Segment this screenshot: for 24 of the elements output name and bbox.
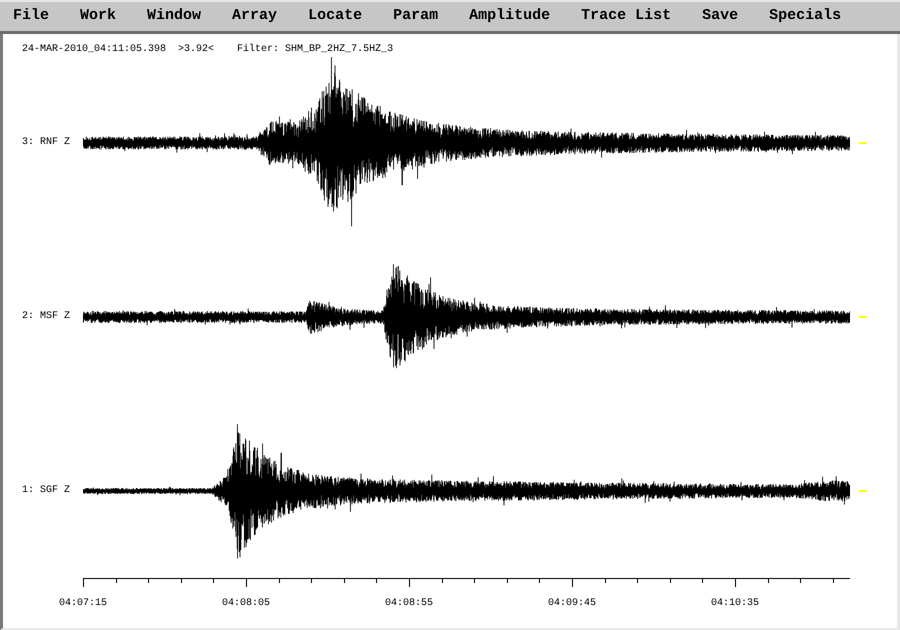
menu-item[interactable]: Save (694, 2, 746, 31)
marker-icon (859, 316, 867, 318)
menu-item[interactable]: Locate (300, 2, 370, 31)
menu-item[interactable]: Trace List (573, 2, 680, 31)
trace-label: 1: SGF Z (22, 485, 70, 497)
amplitude-text: >3.92< (178, 44, 214, 56)
marker-icon (859, 490, 867, 492)
trace-label: 3: RNF Z (22, 137, 70, 149)
filter-text: Filter: SHM_BP_2HZ_7.5HZ_3 (237, 44, 394, 56)
time-label: 04:08:55 (384, 598, 433, 609)
timestamp-text: 24-MAR-2010_04:11:05.398 (22, 44, 166, 56)
trace-label: 2: MSF Z (22, 311, 70, 323)
menu-item[interactable]: Array (224, 2, 286, 31)
time-label: 04:08:05 (222, 598, 270, 609)
menu-item[interactable]: Amplitude (461, 2, 558, 31)
menu-item[interactable]: Specials (761, 2, 850, 31)
menu-item[interactable]: Work (72, 2, 124, 31)
menu-item[interactable]: Param (385, 2, 446, 31)
time-label: 04:10:35 (710, 598, 759, 609)
marker-icon (859, 142, 867, 144)
time-label: 04:07:15 (58, 598, 107, 609)
menu-item[interactable]: File (5, 2, 58, 31)
menu-item[interactable]: Window (139, 2, 210, 31)
time-label: 04:09:45 (548, 598, 596, 609)
